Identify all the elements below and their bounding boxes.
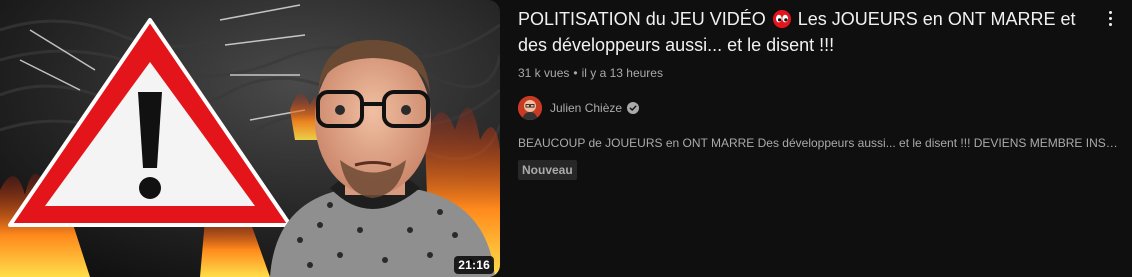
menu-dot xyxy=(1108,16,1112,20)
channel-name[interactable]: Julien Chièze xyxy=(550,101,622,115)
thumbnail-image xyxy=(0,0,500,277)
verified-check-icon xyxy=(627,102,640,114)
video-info: POLITISATION du JEU VIDÉO Les JOUEURS en… xyxy=(500,0,1132,277)
video-thumbnail[interactable]: 21:16 xyxy=(0,0,500,277)
video-title[interactable]: POLITISATION du JEU VIDÉO Les JOUEURS en… xyxy=(518,6,1078,58)
eyes-emoji-icon xyxy=(772,10,791,28)
menu-dot xyxy=(1108,10,1112,14)
video-metadata: 31 k vues • il y a 13 heures xyxy=(518,64,1096,82)
more-vert-icon[interactable] xyxy=(1098,6,1122,30)
meta-separator: • xyxy=(573,66,578,80)
avatar-image xyxy=(518,96,542,120)
channel-avatar[interactable] xyxy=(518,96,542,120)
menu-dot xyxy=(1108,22,1112,26)
new-badge: Nouveau xyxy=(518,160,577,180)
video-result: 21:16 POLITISATION du JEU VIDÉO Les JOUE… xyxy=(0,0,1132,277)
video-description-snippet: BEAUCOUP de JOUEURS en ONT MARRE Des dév… xyxy=(518,136,1118,150)
channel-link[interactable]: Julien Chièze xyxy=(518,96,640,120)
view-count: 31 k vues xyxy=(518,66,570,80)
video-duration: 21:16 xyxy=(454,256,494,274)
video-title-before: POLITISATION du JEU VIDÉO xyxy=(518,9,766,29)
publish-time: il y a 13 heures xyxy=(581,66,663,80)
